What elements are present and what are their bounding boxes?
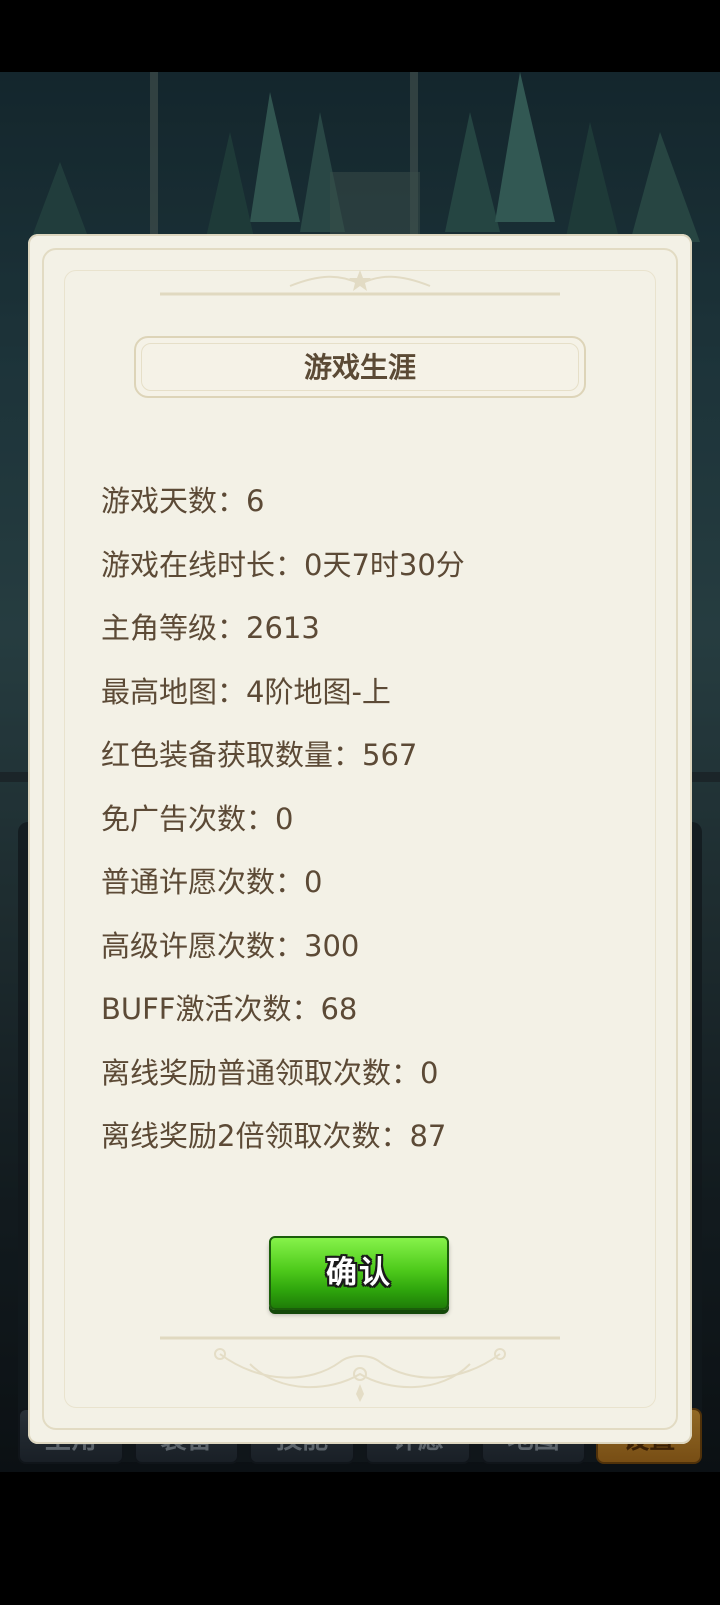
stat-normal-wish-count: 普通许愿次数：0 (101, 865, 323, 899)
stat-red-equipment-count: 红色装备获取数量：567 (101, 738, 418, 772)
stat-ad-free-count: 免广告次数：0 (101, 801, 294, 836)
stat-offline-reward-double-count: 离线奖励2倍领取次数：87 (101, 1119, 447, 1153)
confirm-button[interactable]: 确认 (269, 1236, 449, 1310)
stat-advanced-wish-count: 高级许愿次数：300 (101, 928, 360, 963)
career-stats-list: 游戏天数：6 游戏在线时长：0天7时30分 主角等级：2613 最高地图：4阶地… (101, 484, 465, 1183)
top-ornament-icon (160, 270, 560, 296)
stat-highest-map: 最高地图：4阶地图-上 (101, 674, 391, 709)
title-banner: 游戏生涯 (134, 336, 586, 398)
confirm-button-label: 确认 (326, 1255, 392, 1291)
stat-offline-reward-normal-count: 离线奖励普通领取次数：0 (101, 1055, 439, 1090)
stat-buff-activation-count: BUFF激活次数：68 (101, 992, 358, 1026)
stat-game-days: 游戏天数：6 (101, 484, 265, 518)
game-career-dialog: 游戏生涯 游戏天数：6 游戏在线时长：0天7时30分 主角等级：2613 最高地… (28, 234, 692, 1444)
stat-hero-level: 主角等级：2613 (101, 611, 320, 645)
stat-online-duration: 游戏在线时长：0天7时30分 (101, 547, 465, 582)
bottom-ornament-icon (160, 1336, 560, 1402)
dialog-title: 游戏生涯 (303, 351, 416, 384)
